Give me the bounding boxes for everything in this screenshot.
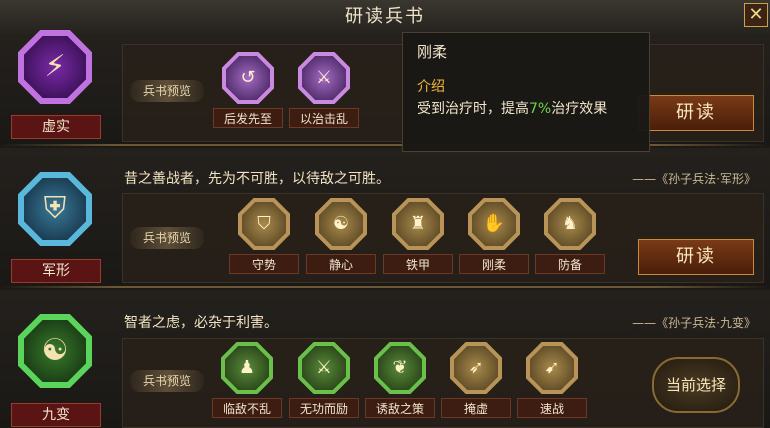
book-name-xushi: 虚实 <box>11 115 101 139</box>
grass-icon: ❦ <box>392 357 408 378</box>
study-button-xushi[interactable]: 研读 <box>638 95 754 131</box>
study-button-junxing[interactable]: 研读 <box>638 239 754 275</box>
tooltip-intro-label: 介绍 <box>417 79 445 95</box>
shield-icon: ⛉ <box>257 213 271 234</box>
row-divider <box>0 144 770 146</box>
charge-icon: ➹ <box>544 357 560 378</box>
tooltip-value: 7% <box>529 101 552 117</box>
book-emblem-junxing[interactable]: ⛨ <box>18 172 92 246</box>
source-junxing: ——《孙子兵法·军形》 <box>632 172 756 186</box>
preview-label-xushi: 兵书预览 <box>130 80 204 102</box>
fighter-icon: ✋ <box>482 213 506 234</box>
row-divider <box>0 286 770 288</box>
book-emblem-jiubian[interactable]: ☯ <box>18 314 92 388</box>
arc-icon: ↺ <box>240 67 256 88</box>
quote-junxing: 昔之善战者，先为不可胜，以待敌之可胜。 <box>124 171 390 187</box>
current-selection-button[interactable]: 当前选择 <box>652 357 740 413</box>
preview-label-jiubian: 兵书预览 <box>130 370 204 392</box>
dash-icon: ➶ <box>468 357 484 378</box>
book-name-junxing: 军形 <box>11 259 101 283</box>
armor-icon: ♜ <box>409 213 427 234</box>
quote-jiubian: 智者之虑，必杂于利害。 <box>124 315 278 331</box>
slash-icon: ⚡ <box>44 49 66 84</box>
preview-label-junxing: 兵书预览 <box>130 227 204 249</box>
warrior-icon: ⚔ <box>315 67 333 88</box>
skill-tooltip: 刚柔 介绍 受到治疗时，提高7%治疗效果 <box>402 32 650 152</box>
close-icon: ✕ <box>748 4 764 25</box>
tooltip-title: 刚柔 <box>417 43 448 61</box>
source-jiubian: ——《孙子兵法·九变》 <box>632 316 756 330</box>
window-title: 研读兵书 <box>345 6 425 27</box>
calm-icon: ♟ <box>238 357 256 378</box>
close-button[interactable]: ✕ <box>744 3 768 27</box>
yinyang-icon: ☯ <box>41 333 69 368</box>
fortress-icon: ⛨ <box>43 191 67 226</box>
guard-icon: ♞ <box>561 213 579 234</box>
tooltip-description: 受到治疗时，提高7%治疗效果 <box>417 101 608 117</box>
sword-icon: ⚔ <box>315 357 333 378</box>
meditate-icon: ☯ <box>332 213 350 234</box>
book-name-jiubian: 九变 <box>11 403 101 427</box>
